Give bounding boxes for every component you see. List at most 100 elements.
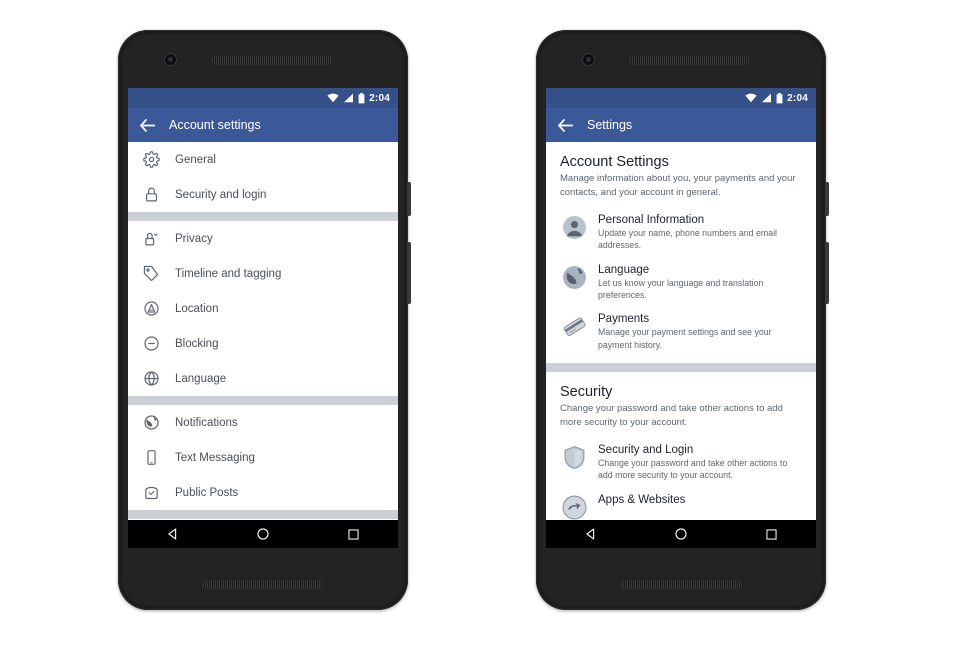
front-camera-icon <box>583 54 594 65</box>
status-time: 2:04 <box>369 92 390 104</box>
gear-icon <box>142 150 161 169</box>
list-item-label: Privacy <box>175 232 213 245</box>
app-bar-right: Settings <box>546 108 816 142</box>
detail-item-title: Payments <box>598 313 650 326</box>
list-item-label: Text Messaging <box>175 451 255 464</box>
list-item-public-posts[interactable]: Public Posts <box>128 475 398 510</box>
volume-button[interactable] <box>825 242 829 304</box>
phone-mockup-right: 2:04 Settings Account Settings Manage in… <box>536 30 829 610</box>
list-item-label: General <box>175 153 216 166</box>
section-divider <box>546 363 816 373</box>
power-button[interactable] <box>825 182 829 216</box>
location-triangle-icon <box>142 299 161 318</box>
credit-card-icon <box>562 314 587 339</box>
detail-item-text: Language Let us know your language and t… <box>598 264 802 302</box>
lock-icon <box>142 185 161 204</box>
detail-item-description: Change your password and take other acti… <box>598 457 788 481</box>
tag-icon <box>142 264 161 283</box>
signal-icon <box>762 93 772 103</box>
list-item-label: Notifications <box>175 416 238 429</box>
volume-button[interactable] <box>407 242 411 304</box>
phone-mockup-left: 2:04 Account settings General Security a… <box>118 30 411 610</box>
back-arrow-icon[interactable] <box>140 118 155 132</box>
home-nav-button[interactable] <box>256 527 270 541</box>
settings-group: Notifications Text Messaging Public Post… <box>128 405 398 510</box>
group-divider <box>128 396 398 405</box>
app-bar-title: Settings <box>587 118 633 132</box>
signal-icon <box>344 93 354 103</box>
mobile-phone-icon <box>142 448 161 467</box>
list-item-label: Language <box>175 372 227 385</box>
home-nav-button[interactable] <box>674 527 688 541</box>
wifi-icon <box>745 93 757 103</box>
back-arrow-icon[interactable] <box>558 118 573 132</box>
detail-item-title: Personal Information <box>598 213 705 226</box>
power-button[interactable] <box>407 182 411 216</box>
back-nav-button[interactable] <box>584 527 598 541</box>
detail-item-personal-information[interactable]: Personal Information Update your name, p… <box>546 208 816 258</box>
detail-item-description: Let us know your language and translatio… <box>598 277 764 300</box>
person-avatar-icon <box>562 215 587 240</box>
detail-item-text: Apps & Websites <box>598 494 802 507</box>
detail-item-title: Security and Login <box>598 443 694 456</box>
list-item-privacy[interactable]: Privacy <box>128 221 398 256</box>
apps-websites-icon <box>562 495 587 520</box>
detail-item-text: Personal Information Update your name, p… <box>598 214 802 252</box>
detail-item-language[interactable]: Language Let us know your language and t… <box>546 258 816 308</box>
list-item-label: Security and login <box>175 188 267 201</box>
block-minus-icon <box>142 334 161 353</box>
recents-nav-button[interactable] <box>765 528 778 541</box>
status-time: 2:04 <box>787 92 808 104</box>
detail-item-title: Language <box>598 263 650 276</box>
list-item-text-messaging[interactable]: Text Messaging <box>128 440 398 475</box>
detail-item-text: Payments Manage your payment settings an… <box>598 313 802 351</box>
group-divider <box>128 212 398 221</box>
earpiece-speaker <box>212 57 332 64</box>
section-description: Change your password and take other acti… <box>560 403 783 429</box>
front-camera-icon <box>165 54 176 65</box>
phone-screen-left: 2:04 Account settings General Security a… <box>128 88 398 548</box>
list-item-label: Timeline and tagging <box>175 267 282 280</box>
public-posts-icon <box>142 483 161 502</box>
globe-filled-icon <box>562 265 587 290</box>
android-nav-bar <box>128 520 398 548</box>
section-title: Account Settings <box>560 154 669 170</box>
globe-icon <box>142 369 161 388</box>
list-item-blocking[interactable]: Blocking <box>128 326 398 361</box>
detail-item-security-and-login[interactable]: Security and Login Change your password … <box>546 438 816 488</box>
phone-screen-right: 2:04 Settings Account Settings Manage in… <box>546 88 816 548</box>
wifi-icon <box>327 93 339 103</box>
status-bar: 2:04 <box>128 88 398 108</box>
status-bar: 2:04 <box>546 88 816 108</box>
app-bar-title: Account settings <box>169 118 261 132</box>
earpiece-speaker <box>630 57 750 64</box>
section-description: Manage information about you, your payme… <box>560 173 796 198</box>
section-item-list: Security and Login Change your password … <box>546 430 816 520</box>
detail-item-text: Security and Login Change your password … <box>598 444 802 482</box>
recents-nav-button[interactable] <box>347 528 360 541</box>
settings-detail-viewport[interactable]: Account Settings Manage information abou… <box>546 142 816 520</box>
section-security: Security Change your password and take o… <box>546 372 816 520</box>
list-item-language[interactable]: Language <box>128 361 398 396</box>
lock-chevron-icon <box>142 229 161 248</box>
detail-item-apps-and-websites[interactable]: Apps & Websites <box>546 488 816 520</box>
list-item-notifications[interactable]: Notifications <box>128 405 398 440</box>
detail-item-title: Apps & Websites <box>598 493 686 506</box>
settings-list-viewport[interactable]: General Security and login Privacy Timel… <box>128 142 398 520</box>
list-item-general[interactable]: General <box>128 142 398 177</box>
group-divider <box>128 510 398 519</box>
list-item-security-and-login[interactable]: Security and login <box>128 177 398 212</box>
detail-item-description: Manage your payment settings and see you… <box>598 327 772 350</box>
detail-item-payments[interactable]: Payments Manage your payment settings an… <box>546 307 816 357</box>
bottom-speaker <box>621 581 741 588</box>
list-item-location[interactable]: Location <box>128 291 398 326</box>
list-item-label: Public Posts <box>175 486 239 499</box>
section-title: Security <box>560 384 613 401</box>
list-item-label: Location <box>175 302 219 315</box>
detail-item-description: Update your name, phone numbers and emai… <box>598 227 777 251</box>
list-item-timeline-and-tagging[interactable]: Timeline and tagging <box>128 256 398 291</box>
settings-group: Privacy Timeline and tagging Location Bl… <box>128 221 398 396</box>
section-header: Account Settings Manage information abou… <box>546 142 816 200</box>
back-nav-button[interactable] <box>166 527 180 541</box>
section-account-settings: Account Settings Manage information abou… <box>546 142 816 363</box>
